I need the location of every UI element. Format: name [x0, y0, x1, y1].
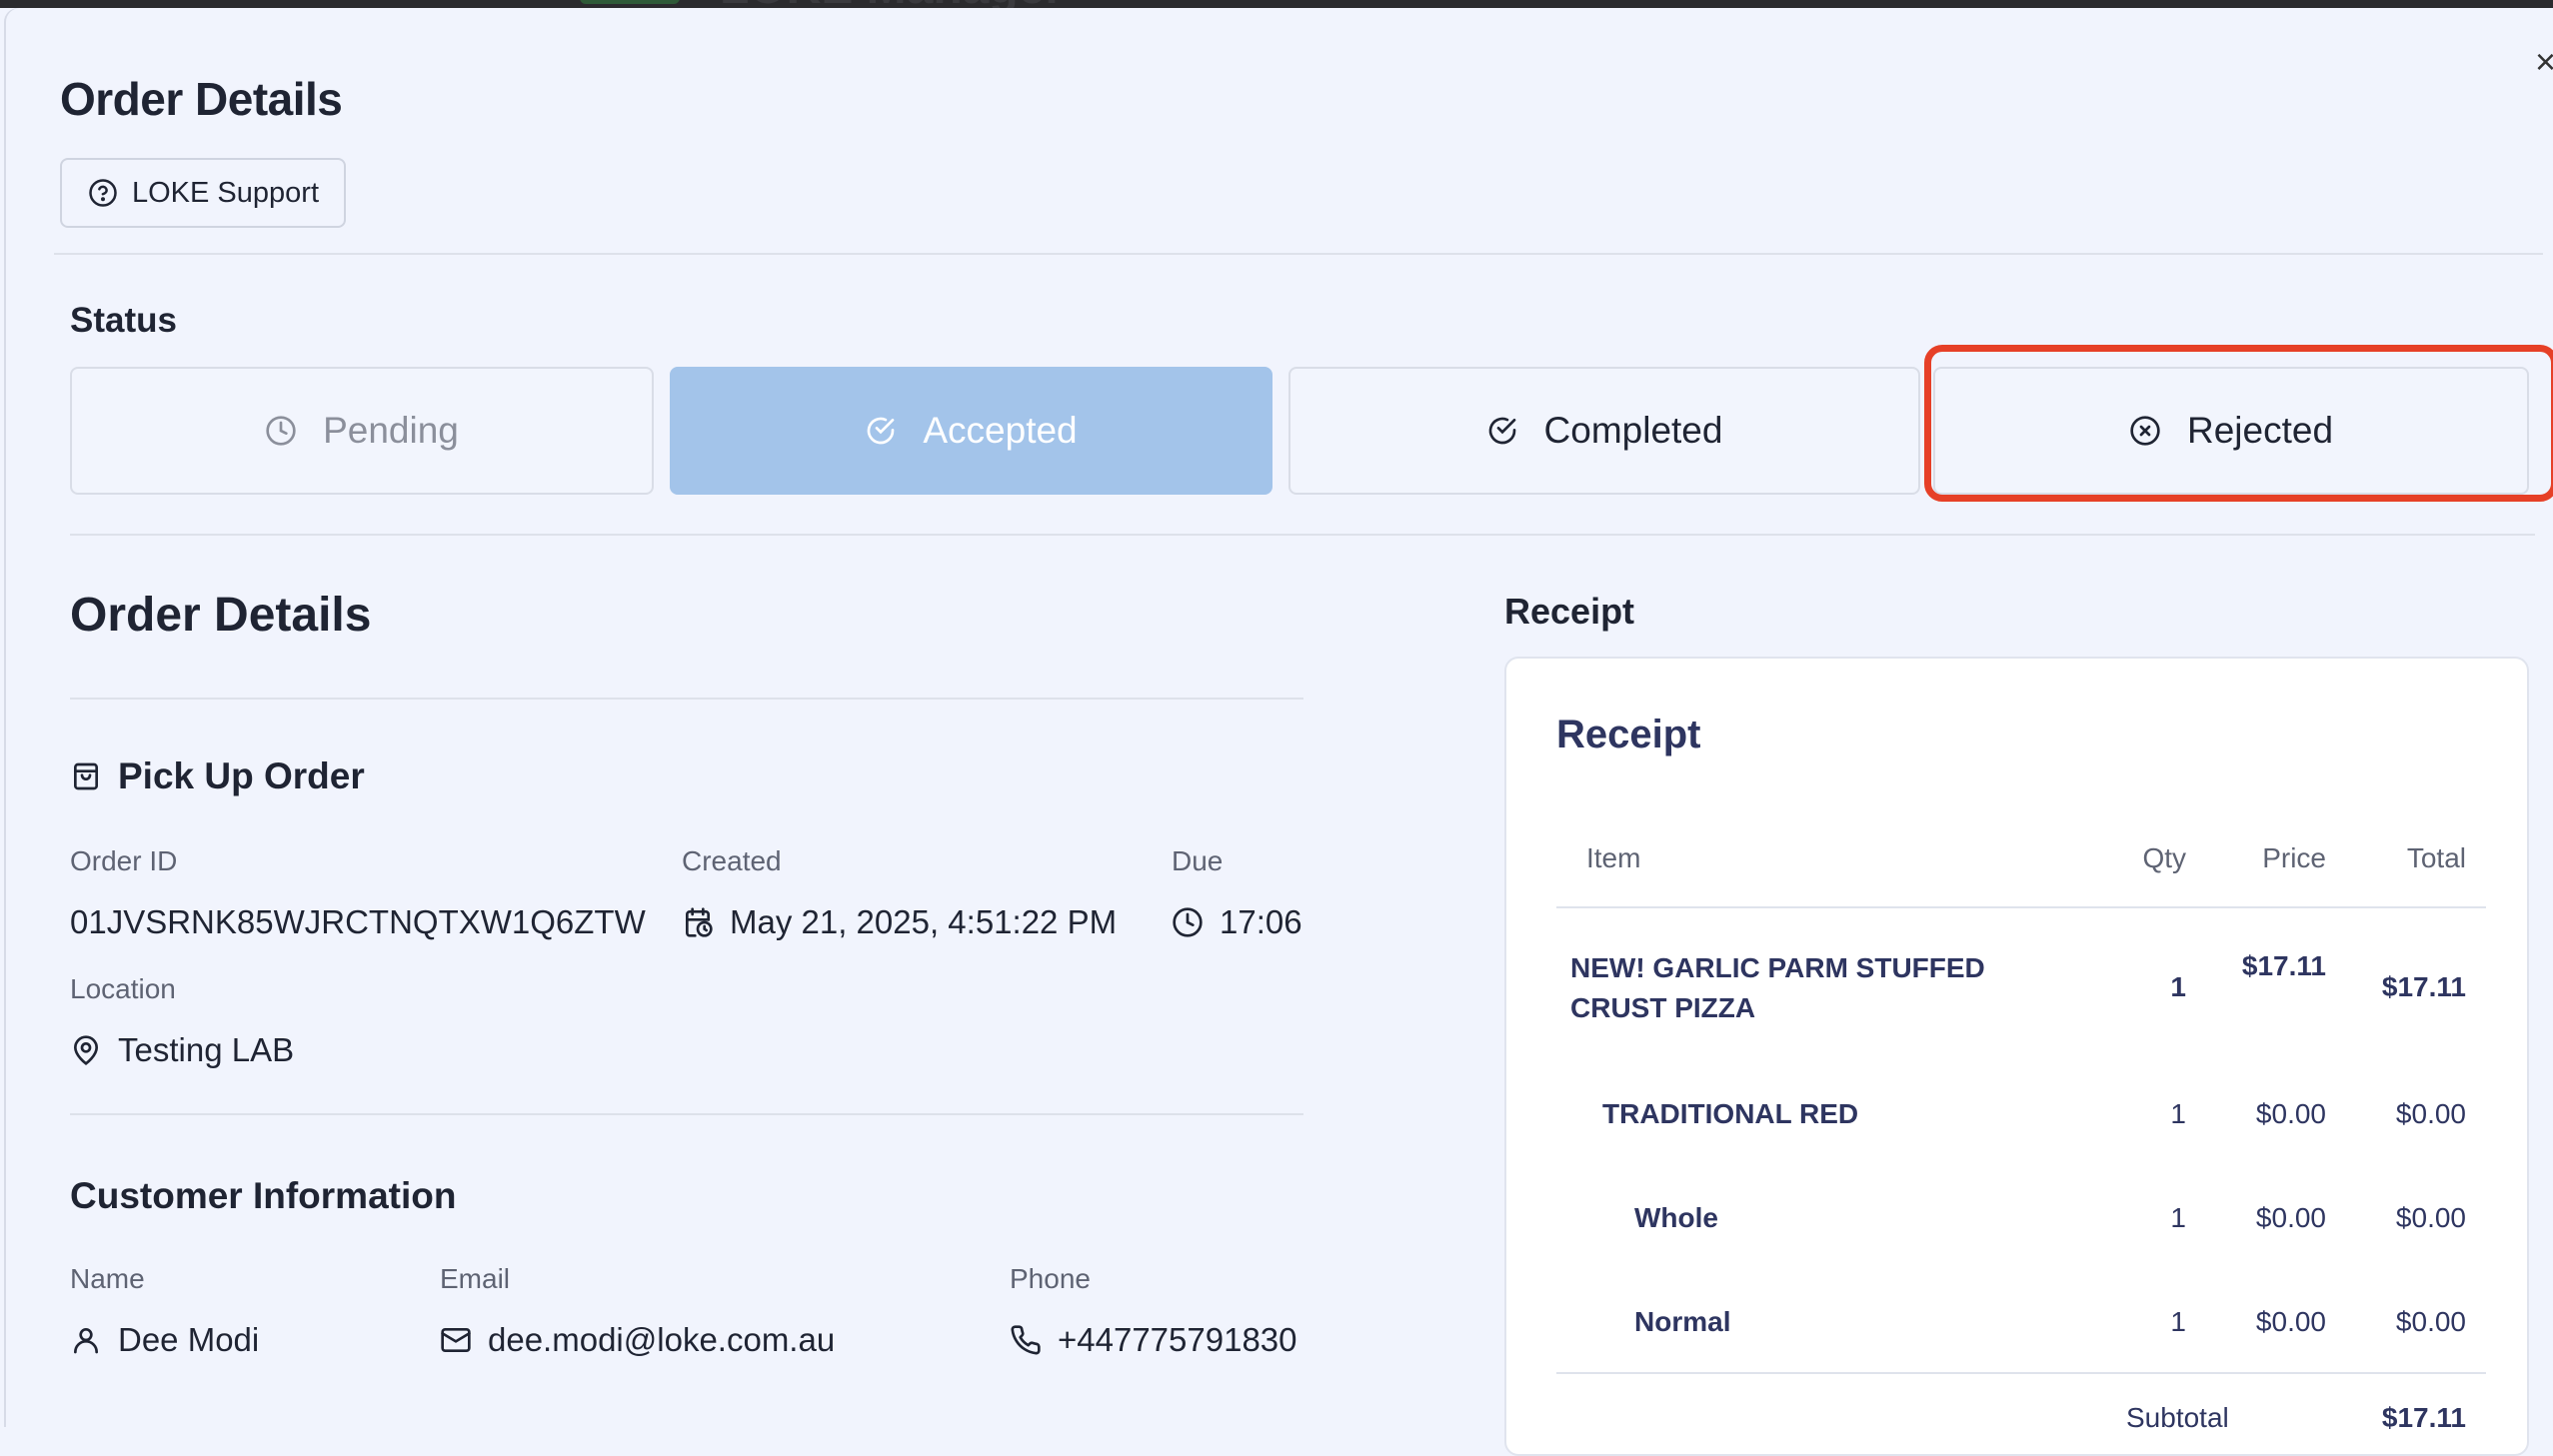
location-text: Testing LAB: [118, 1031, 295, 1068]
status-completed-label: Completed: [1543, 410, 1723, 451]
created-text: May 21, 2025, 4:51:22 PM: [730, 903, 1118, 940]
dialog-title: Order Details: [60, 73, 343, 125]
receipt-card-title: Receipt: [1556, 713, 1701, 756]
loke-support-button[interactable]: LOKE Support: [60, 158, 346, 228]
column-header-total: Total: [2406, 842, 2466, 873]
column-header-qty: Qty: [2142, 842, 2186, 873]
due-text: 17:06: [1220, 903, 1302, 940]
receipt-row-qty: 1: [2170, 1098, 2186, 1129]
calendar-clock-icon: [682, 906, 714, 938]
created-label: Created: [682, 845, 782, 876]
receipt-row-total: $0.00: [2395, 1306, 2466, 1337]
receipt-section-label: Receipt: [1504, 591, 1635, 632]
receipt-card: Receipt Item Qty Price Total NEW! GARLIC…: [1504, 657, 2529, 1456]
order-details-dialog: × Order Details LOKE Support Status Pend…: [6, 8, 2553, 1456]
status-accepted-label: Accepted: [923, 410, 1078, 451]
receipt-row-price: $0.00: [2255, 1202, 2326, 1233]
check-circle-icon: [1486, 415, 1518, 447]
receipt-item-line1: NEW! GARLIC PARM STUFFED: [1570, 952, 1985, 983]
status-pending-button[interactable]: Pending: [70, 367, 654, 495]
map-pin-icon: [70, 1034, 102, 1066]
customer-phone-label: Phone: [1010, 1263, 1091, 1294]
check-circle-icon: [865, 415, 897, 447]
receipt-row-qty: 1: [2170, 1306, 2186, 1337]
receipt-row-price: $0.00: [2255, 1306, 2326, 1337]
customer-information-heading: Customer Information: [70, 1175, 457, 1216]
status-divider: [70, 534, 2535, 536]
status-label: Status: [70, 301, 177, 340]
pick-up-order-heading: Pick Up Order: [70, 755, 365, 797]
receipt-row-total: $17.11: [2381, 971, 2466, 1002]
status-pending-label: Pending: [323, 410, 459, 451]
receipt-row-total: $0.00: [2395, 1098, 2466, 1129]
receipt-row-qty: 1: [2170, 971, 2186, 1002]
close-icon[interactable]: ×: [2535, 44, 2553, 80]
order-id-label: Order ID: [70, 845, 178, 876]
mail-icon: [440, 1324, 472, 1356]
customer-name-value: Dee Modi: [70, 1321, 259, 1359]
column-header-price: Price: [2262, 842, 2326, 873]
rejected-highlight-outline: [1924, 345, 2553, 502]
receipt-row-item: Whole: [1634, 1202, 1718, 1233]
header-divider: [54, 253, 2543, 255]
receipt-item-line2: CRUST PIZZA: [1570, 992, 1756, 1023]
pick-up-order-label: Pick Up Order: [118, 755, 365, 796]
clock-icon: [265, 415, 297, 447]
receipt-row-price: $17.11: [2241, 950, 2326, 981]
location-divider: [70, 1113, 1303, 1115]
items-divider: [1556, 1372, 2486, 1374]
shopping-bag-icon: [70, 760, 102, 792]
background-app-bar: LOKE Manager: [0, 0, 2553, 14]
subtotal-label: Subtotal: [2126, 1402, 2229, 1433]
customer-email-label: Email: [440, 1263, 511, 1294]
subtotal-value: $17.11: [2381, 1402, 2466, 1433]
customer-name-text: Dee Modi: [118, 1321, 260, 1358]
receipt-row-price: $0.00: [2255, 1098, 2326, 1129]
header-row-divider: [1556, 906, 2486, 908]
customer-name-label: Name: [70, 1263, 145, 1294]
customer-email-text: dee.modi@loke.com.au: [488, 1321, 836, 1358]
receipt-row-item: NEW! GARLIC PARM STUFFED CRUST PIZZA: [1570, 948, 1985, 1028]
due-value: 17:06: [1172, 903, 1302, 941]
order-details-heading: Order Details: [70, 589, 372, 642]
receipt-row-item: Normal: [1634, 1306, 1731, 1337]
due-label: Due: [1172, 845, 1224, 876]
loke-support-label: LOKE Support: [132, 176, 319, 209]
created-value: May 21, 2025, 4:51:22 PM: [682, 903, 1117, 941]
status-accepted-button[interactable]: Accepted: [670, 367, 1273, 495]
background-app-logo: [580, 0, 680, 4]
clock-icon: [1172, 906, 1204, 938]
receipt-row-qty: 1: [2170, 1202, 2186, 1233]
receipt-row-item: TRADITIONAL RED: [1602, 1098, 1859, 1129]
location-value: Testing LAB: [70, 1031, 294, 1069]
column-header-item: Item: [1586, 842, 1641, 873]
customer-email-value[interactable]: dee.modi@loke.com.au: [440, 1321, 835, 1359]
phone-icon: [1010, 1324, 1042, 1356]
status-completed-button[interactable]: Completed: [1288, 367, 1920, 495]
help-circle-icon: [88, 178, 118, 208]
order-id-value: 01JVSRNK85WJRCTNQTXW1Q6ZTW: [70, 903, 646, 941]
customer-phone-value[interactable]: +447775791830: [1010, 1321, 1297, 1359]
location-label: Location: [70, 973, 176, 1004]
order-details-divider: [70, 698, 1303, 700]
receipt-row-total: $0.00: [2395, 1202, 2466, 1233]
order-id-text: 01JVSRNK85WJRCTNQTXW1Q6ZTW: [70, 903, 646, 940]
user-icon: [70, 1324, 102, 1356]
customer-phone-text: +447775791830: [1058, 1321, 1297, 1358]
